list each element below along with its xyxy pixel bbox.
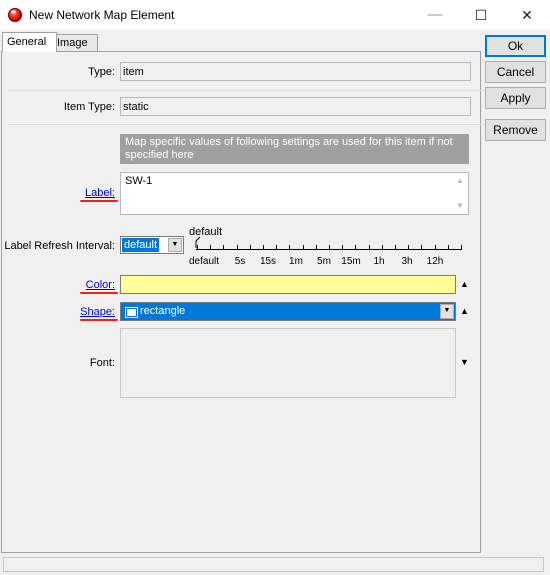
title-bar: New Network Map Element — ☐ ✕	[0, 0, 550, 30]
color-label[interactable]: Color:	[60, 279, 115, 291]
slider-tick	[461, 245, 462, 250]
separator	[8, 90, 542, 91]
info-box: Map specific values of following setting…	[120, 134, 469, 164]
chevron-down-icon[interactable]: ▼	[440, 304, 454, 319]
slider-tick	[315, 245, 317, 250]
item-type-label: Item Type:	[63, 101, 115, 113]
separator	[8, 124, 542, 125]
slider-tick	[236, 245, 238, 250]
minimize-button[interactable]: —	[412, 0, 458, 30]
item-type-field: static	[120, 97, 471, 116]
slider-tick	[329, 245, 330, 250]
label-textarea[interactable]: SW-1 ▲ ▼	[120, 172, 469, 215]
slider-tick	[395, 245, 396, 250]
maximize-button[interactable]: ☐	[458, 0, 504, 30]
slider-tick-label: 1h	[373, 256, 385, 267]
slider-tick	[368, 245, 370, 250]
slider-tick	[421, 245, 423, 250]
slider-tick-label: 3h	[401, 256, 413, 267]
chevron-down-icon[interactable]: ▼	[168, 238, 182, 252]
slider-tick-label: 12h	[426, 256, 444, 267]
shape-select[interactable]: rectangle ▼	[120, 302, 456, 321]
app-icon	[8, 8, 22, 22]
slider-tick-label: default	[188, 256, 220, 267]
red-underline-shape	[80, 319, 118, 321]
slider-tick-label: 15m	[341, 256, 361, 267]
red-underline-label	[80, 200, 118, 202]
shape-value: rectangle	[140, 305, 186, 317]
slider-tick-label: 5s	[234, 256, 246, 267]
slider-tick	[355, 245, 357, 250]
scroll-up-icon[interactable]: ▲	[456, 176, 464, 185]
slider-tick	[276, 245, 278, 250]
slider-tick	[197, 245, 198, 250]
slider-tick	[342, 245, 344, 250]
tab-general[interactable]: General	[2, 32, 57, 52]
slider-tick	[263, 245, 264, 250]
textarea-scrollbar[interactable]: ▲ ▼	[452, 173, 468, 214]
expand-up-icon[interactable]: ▲	[460, 279, 469, 289]
slider-tick	[381, 245, 383, 250]
cancel-button[interactable]: Cancel	[485, 61, 546, 83]
remove-button[interactable]: Remove	[485, 119, 546, 141]
type-field: item	[120, 62, 471, 81]
rectangle-icon	[125, 307, 138, 318]
red-underline-color	[80, 292, 118, 294]
slider-tick-label: 5m	[317, 256, 331, 267]
slider-thumb[interactable]	[195, 236, 201, 248]
scroll-down-icon[interactable]: ▼	[456, 201, 464, 210]
font-label: Font:	[89, 357, 115, 369]
refresh-interval-value: default	[122, 238, 160, 252]
type-label: Type:	[88, 66, 115, 78]
slider-tick-label: 1m	[289, 256, 303, 267]
label-text: SW-1	[125, 175, 153, 187]
apply-button[interactable]: Apply	[485, 87, 546, 109]
ok-button[interactable]: Ok	[485, 35, 546, 57]
slider-tick	[249, 245, 251, 250]
slider-tick	[434, 245, 436, 250]
slider-tick	[223, 245, 225, 250]
color-field[interactable]	[120, 275, 456, 294]
expand-down-icon[interactable]: ▼	[460, 357, 469, 367]
expand-up-icon[interactable]: ▲	[460, 306, 469, 316]
label-refresh-interval-label: Label Refresh Interval:	[4, 240, 115, 252]
slider-tick	[408, 245, 410, 250]
close-button[interactable]: ✕	[504, 0, 550, 30]
refresh-interval-select[interactable]: default ▼	[120, 236, 184, 254]
font-box[interactable]	[120, 328, 456, 398]
slider-tick	[302, 245, 304, 250]
slider-tick	[289, 245, 291, 250]
slider-caption: default	[189, 226, 223, 238]
status-bar	[0, 555, 550, 575]
label-label[interactable]: Label:	[60, 187, 115, 199]
tab-image[interactable]: Image	[52, 34, 98, 51]
slider-tick	[447, 245, 449, 250]
slider-tick-label: 15s	[259, 256, 277, 267]
slider-tick	[210, 245, 212, 250]
status-field	[3, 557, 544, 572]
window-title: New Network Map Element	[29, 8, 175, 22]
shape-label[interactable]: Shape:	[60, 306, 115, 318]
